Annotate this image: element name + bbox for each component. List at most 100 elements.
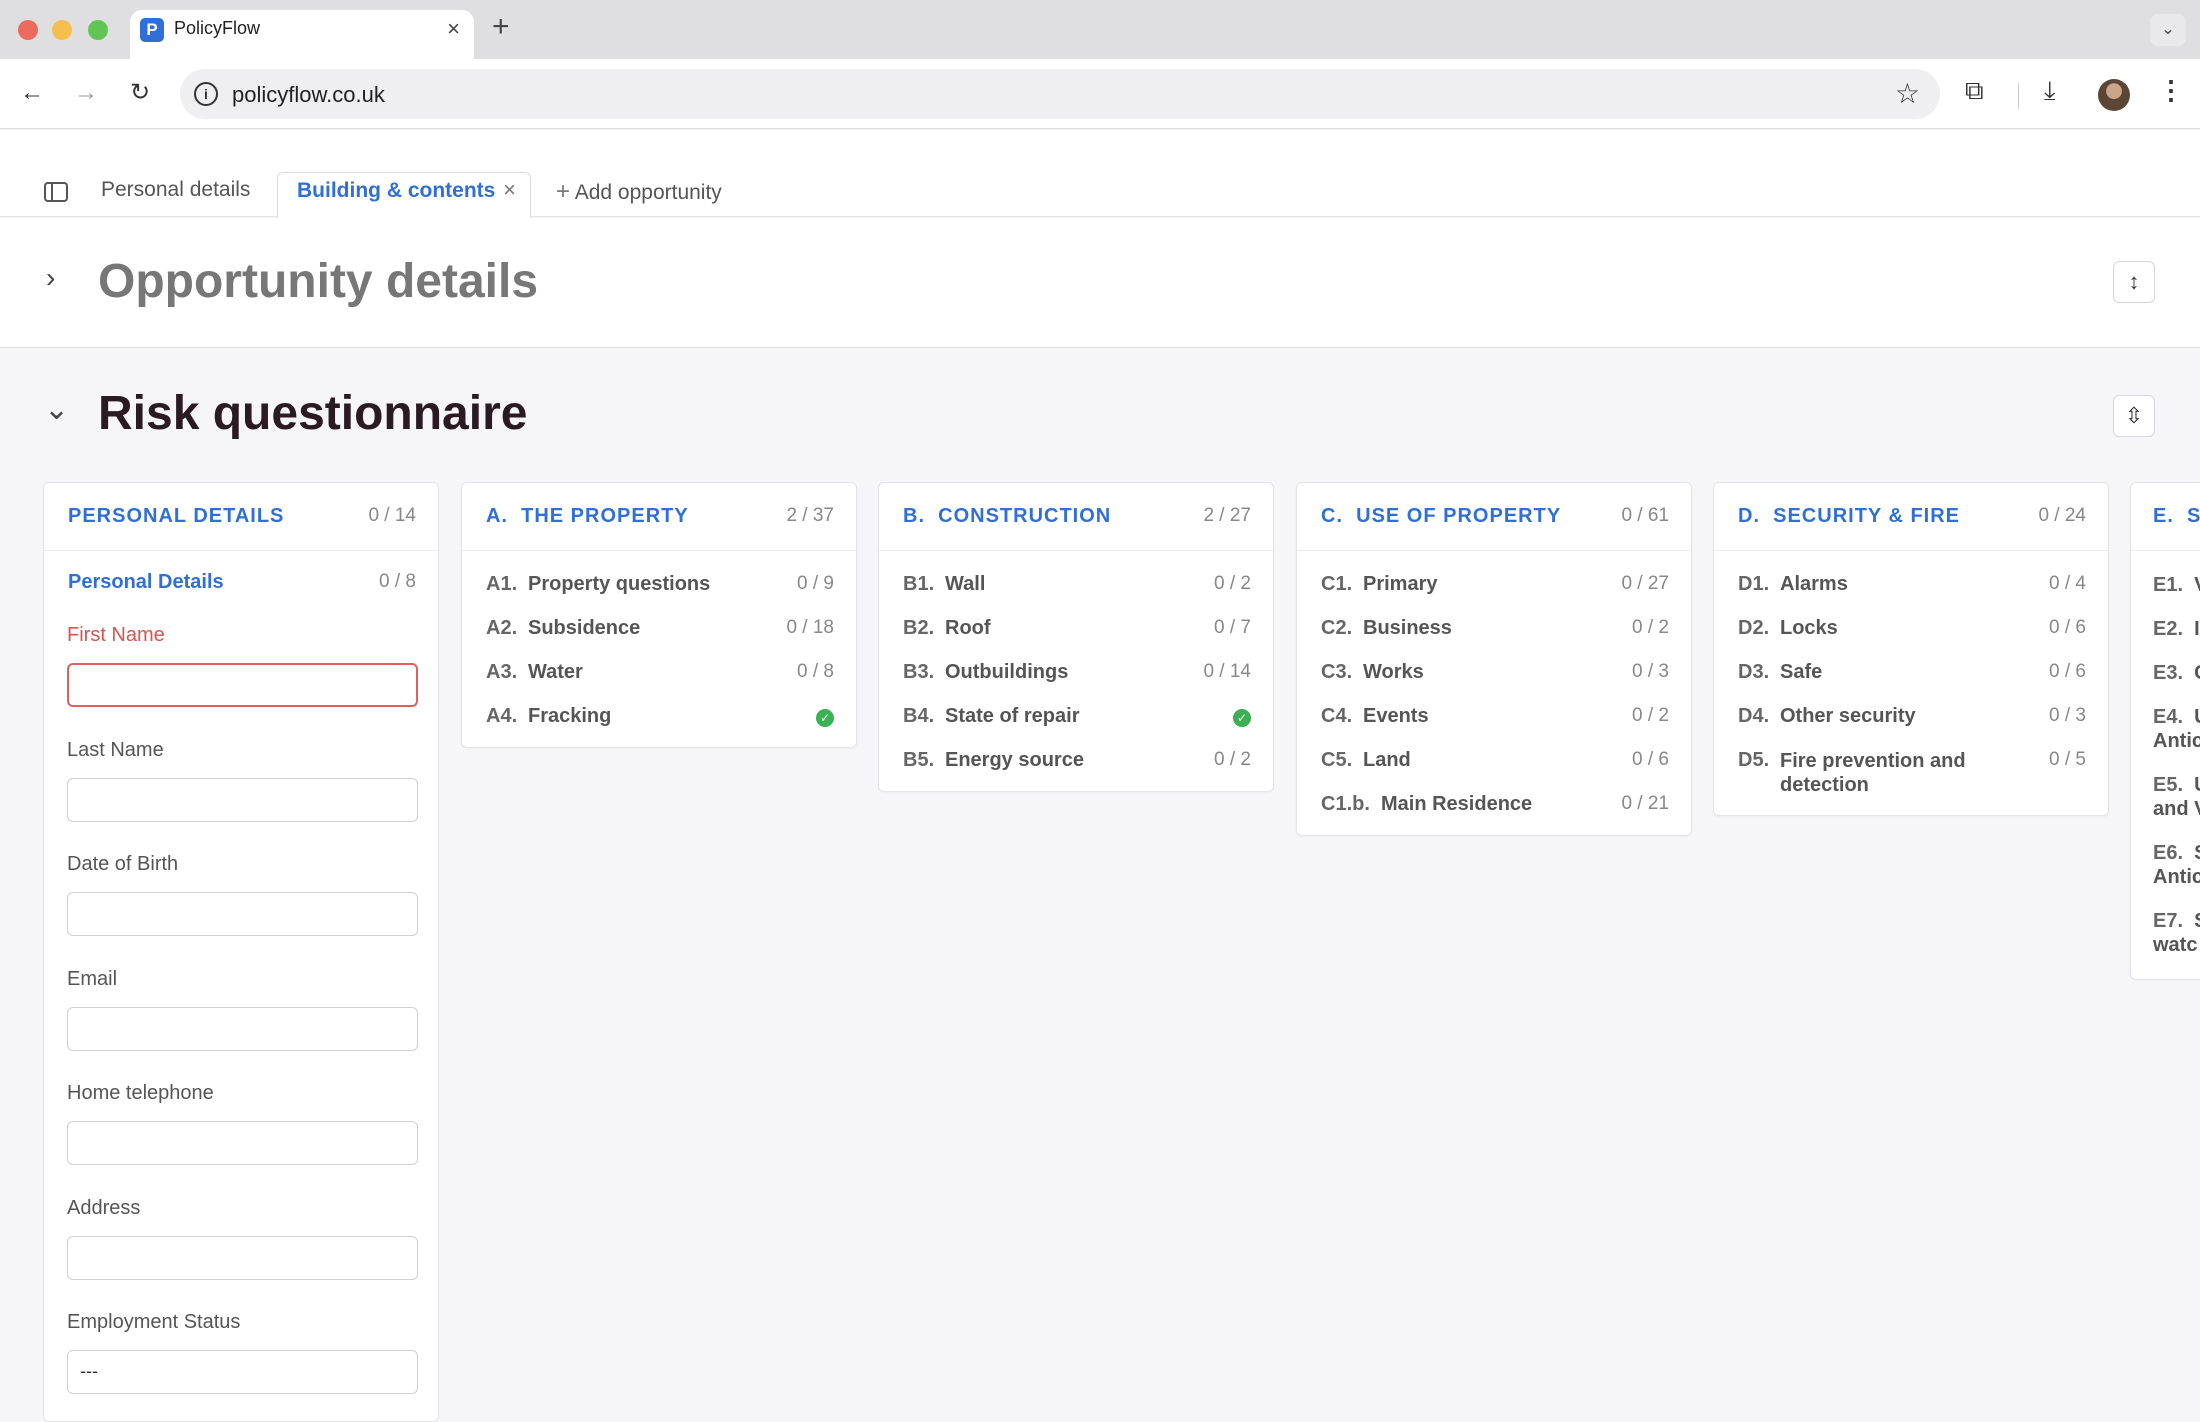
expand-vertical-icon[interactable]: ↕ [2113,261,2155,303]
card-header[interactable]: D. SECURITY & FIRE 0 / 24 [1714,483,2108,551]
last-name-label: Last Name [67,739,164,761]
question-group-row[interactable]: D4. Other security 0 / 3 [1714,695,2108,739]
row-code: A2. [486,617,518,639]
bookmark-star-icon[interactable]: ☆ [1895,77,1920,110]
address-bar[interactable]: i policyflow.co.uk ☆ [180,69,1940,119]
personal-details-subsection[interactable]: Personal Details [68,571,224,594]
extensions-puzzle-icon[interactable]: ⧉ [1965,75,1984,107]
question-group-row[interactable]: D1. Alarms 0 / 4 [1714,563,2108,607]
question-group-row[interactable]: B2. Roof 0 / 7 [879,607,1273,651]
question-group-row[interactable]: E4. UAntic [2131,695,2200,763]
profile-avatar[interactable] [2098,79,2130,111]
back-arrow-icon[interactable]: ← [16,77,48,109]
reload-icon[interactable]: ↻ [124,77,156,109]
row-name: Primary [1363,573,1438,595]
risk-questionnaire-heading[interactable]: Risk questionnaire [98,386,527,441]
close-icon[interactable]: × [503,177,516,203]
browser-tab[interactable]: P PolicyFlow × [130,10,474,59]
section-card-d: D. SECURITY & FIRE 0 / 24 D1. Alarms 0 / 4 D2… [1713,482,2109,816]
site-info-icon[interactable]: i [194,82,218,106]
question-group-row[interactable]: A3. Water 0 / 8 [462,651,856,695]
chevron-down-icon[interactable]: ⌄ [44,392,69,427]
card-header[interactable]: B. CONSTRUCTION 2 / 27 [879,483,1273,551]
question-group-row[interactable]: D3. Safe 0 / 6 [1714,651,2108,695]
question-group-row[interactable]: E6. SAntic [2131,831,2200,899]
row-progress: 0 / 6 [1632,749,1669,770]
row-name: Wall [945,573,986,595]
opportunity-details-heading[interactable]: Opportunity details [98,254,538,309]
new-tab-button[interactable]: + [492,12,510,42]
first-name-input[interactable] [67,663,418,707]
question-group-row[interactable]: E5. Uand V [2131,763,2200,831]
question-group-row[interactable]: B3. Outbuildings 0 / 14 [879,651,1273,695]
address-input[interactable] [67,1236,418,1280]
card-header[interactable]: E. S [2131,483,2200,551]
card-progress: 0 / 24 [2038,505,2086,526]
question-group-row[interactable]: A4. Fracking ✓ [462,695,856,739]
row-code: D1. [1738,573,1770,595]
add-opportunity-button[interactable]: + Add opportunity [556,178,722,206]
email-input[interactable] [67,1007,418,1051]
row-code: C5. [1321,749,1353,771]
question-group-row[interactable]: D5. Fire prevention and detection 0 / 5 [1714,739,2108,807]
row-code: B2. [903,617,935,639]
question-group-row[interactable]: B1. Wall 0 / 2 [879,563,1273,607]
tab-close-icon[interactable]: × [447,16,460,42]
chevron-right-icon[interactable]: › [46,262,55,294]
row-progress: 0 / 9 [797,573,834,594]
card-rows: D1. Alarms 0 / 4 D2. Locks 0 / 6 D3. Safe 0 / 6D… [1714,551,2108,815]
row-progress: 0 / 21 [1621,793,1669,814]
tab-search-chevron-icon[interactable]: ⌄ [2150,14,2186,46]
card-title: B. CONSTRUCTION [903,505,1112,527]
address-url[interactable]: policyflow.co.uk [232,82,385,108]
row-progress: 0 / 3 [1632,661,1669,682]
question-group-row[interactable]: E1. V [2131,563,2200,607]
question-group-row[interactable]: D2. Locks 0 / 6 [1714,607,2108,651]
collapse-vertical-icon[interactable]: ⇳ [2113,395,2155,437]
question-group-row[interactable]: C3. Works 0 / 3 [1297,651,1691,695]
window-close-button[interactable] [18,20,38,40]
question-group-row[interactable]: E3. C [2131,651,2200,695]
question-group-row[interactable]: A1. Property questions 0 / 9 [462,563,856,607]
row-name: Other security [1780,705,1916,727]
question-group-row[interactable]: A2. Subsidence 0 / 18 [462,607,856,651]
employment-status-select[interactable]: --- [67,1350,418,1394]
window-maximize-button[interactable] [88,20,108,40]
row-name: Fire prevention and detection [1780,750,1966,796]
forward-arrow-icon[interactable]: → [70,77,102,109]
row-name: Subsidence [528,617,641,639]
section-card-c: C. USE OF PROPERTY 0 / 61 C1. Primary 0 / 27… [1296,482,1692,836]
tab-personal-details[interactable]: Personal details [101,178,250,202]
question-group-row[interactable]: C1. Primary 0 / 27 [1297,563,1691,607]
row-name: Fracking [528,705,612,727]
date-of-birth-input[interactable] [67,892,418,936]
home-telephone-label: Home telephone [67,1082,214,1104]
row-code: C4. [1321,705,1353,727]
window-minimize-button[interactable] [52,20,72,40]
row-code: E4. U [2153,706,2200,728]
card-header[interactable]: A. THE PROPERTY 2 / 37 [462,483,856,551]
row-name-continued: and V [2153,798,2200,820]
tab-building-contents[interactable]: Building & contents × [277,172,531,218]
subsection-progress: 0 / 8 [379,571,416,592]
question-group-row[interactable]: C1.b. Main Residence 0 / 21 [1297,783,1691,827]
card-header[interactable]: C. USE OF PROPERTY 0 / 61 [1297,483,1691,551]
question-group-row[interactable]: C2. Business 0 / 2 [1297,607,1691,651]
question-group-row[interactable]: E2. I [2131,607,2200,651]
row-progress: 0 / 14 [1203,661,1251,682]
question-group-row[interactable]: C4. Events 0 / 2 [1297,695,1691,739]
last-name-input[interactable] [67,778,418,822]
browser-menu-icon[interactable]: ⋮ [2158,75,2184,106]
card-rows: A1. Property questions 0 / 9 A2. Subsidence 0… [462,551,856,747]
question-group-row[interactable]: B5. Energy source 0 / 2 [879,739,1273,783]
row-name: Alarms [1780,573,1848,595]
question-group-row[interactable]: E7. Swatc [2131,899,2200,967]
question-group-row[interactable]: C5. Land 0 / 6 [1297,739,1691,783]
card-title: C. USE OF PROPERTY [1321,505,1562,527]
home-telephone-input[interactable] [67,1121,418,1165]
question-group-row[interactable]: B4. State of repair ✓ [879,695,1273,739]
card-header[interactable]: PERSONAL DETAILS 0 / 14 [44,483,438,551]
download-icon[interactable]: ⤓ [2044,75,2056,107]
sidebar-toggle-icon[interactable] [44,182,68,202]
address-label: Address [67,1197,141,1219]
